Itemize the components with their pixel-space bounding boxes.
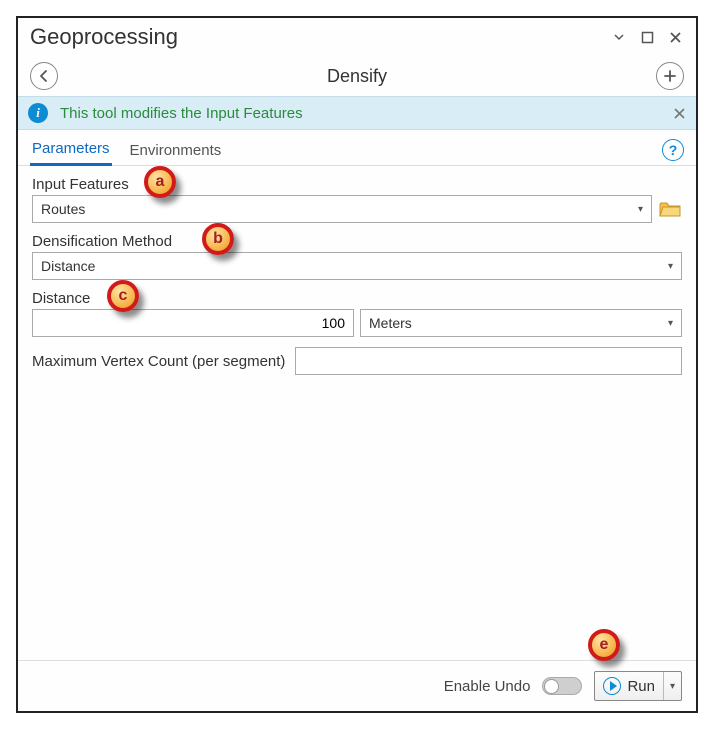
chevron-down-icon: ▾ <box>668 318 673 329</box>
run-button[interactable]: Run ▾ <box>594 671 682 701</box>
method-label: Densification Method <box>32 233 682 250</box>
titlebar: Geoprocessing <box>18 18 696 54</box>
info-bar: i This tool modifies the Input Features <box>18 96 696 130</box>
distance-unit-value: Meters <box>369 315 412 331</box>
tab-environments[interactable]: Environments <box>128 138 224 165</box>
tab-row: Parameters Environments ? <box>18 130 696 166</box>
parameters-form: Input Features a Routes ▾ D <box>18 166 696 660</box>
enable-undo-label: Enable Undo <box>444 678 531 695</box>
info-message: This tool modifies the Input Features <box>60 105 661 122</box>
distance-input[interactable] <box>32 309 354 337</box>
info-close-icon[interactable] <box>673 107 686 120</box>
maximize-icon[interactable] <box>638 28 656 46</box>
window-controls <box>610 28 684 46</box>
chevron-down-icon: ▾ <box>638 204 643 215</box>
play-icon <box>603 677 621 695</box>
callout-c: c <box>107 280 139 312</box>
tool-header: Densify <box>18 54 696 96</box>
geoprocessing-panel: Geoprocessing Densify <box>16 16 698 713</box>
back-button[interactable] <box>30 62 58 90</box>
panel-title: Geoprocessing <box>30 24 610 50</box>
method-value: Distance <box>41 258 95 274</box>
max-vertex-label: Maximum Vertex Count (per segment) <box>32 353 285 370</box>
add-button[interactable] <box>656 62 684 90</box>
footer: e Enable Undo Run ▾ <box>18 660 696 711</box>
browse-folder-icon[interactable] <box>658 199 682 219</box>
callout-b: b <box>202 223 234 255</box>
enable-undo-toggle[interactable] <box>542 677 582 695</box>
tab-parameters[interactable]: Parameters <box>30 136 112 166</box>
input-features-label: Input Features <box>32 176 682 193</box>
input-features-dropdown[interactable]: Routes ▾ <box>32 195 652 223</box>
run-dropdown-caret[interactable]: ▾ <box>663 672 675 700</box>
callout-e: e <box>588 629 620 661</box>
run-label: Run <box>627 678 655 695</box>
tool-name: Densify <box>58 66 656 87</box>
input-features-value: Routes <box>41 201 85 217</box>
toggle-knob <box>544 679 559 694</box>
distance-unit-dropdown[interactable]: Meters ▾ <box>360 309 682 337</box>
close-icon[interactable] <box>666 28 684 46</box>
callout-a: a <box>144 166 176 198</box>
info-icon: i <box>28 103 48 123</box>
chevron-down-icon: ▾ <box>668 261 673 272</box>
method-dropdown[interactable]: Distance ▾ <box>32 252 682 280</box>
help-button[interactable]: ? <box>662 139 684 161</box>
collapse-icon[interactable] <box>610 28 628 46</box>
max-vertex-input[interactable] <box>295 347 682 375</box>
